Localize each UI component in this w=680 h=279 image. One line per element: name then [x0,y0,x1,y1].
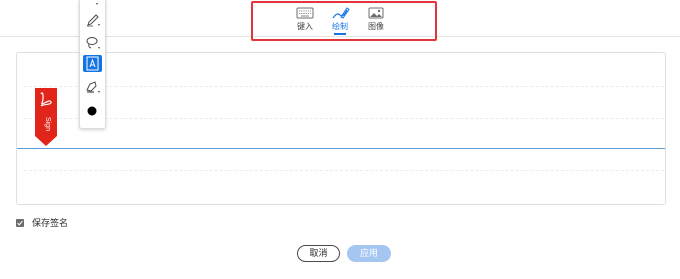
lasso-icon [86,37,100,49]
text-tool[interactable] [83,55,102,72]
sign-here-marker: Sign [35,88,57,146]
signature-draw-area[interactable] [16,52,666,205]
draw-tool-palette [79,0,106,129]
guide-line [24,86,664,87]
cancel-button[interactable]: 取消 [297,245,340,262]
sign-marker-label: Sign [44,117,51,131]
checkmark-icon [17,220,23,226]
color-tool[interactable] [83,103,102,120]
text-box-icon [86,56,99,71]
tool-partial-icon [96,3,98,5]
guide-line [24,170,664,171]
lasso-tool[interactable] [83,34,102,51]
signature-baseline [17,148,665,149]
highlighter-icon [86,81,100,93]
pen-tool[interactable] [83,11,102,28]
save-signature-checkbox[interactable] [16,219,24,227]
highlight-annotation-box [251,1,437,41]
save-signature-label: 保存签名 [32,218,69,228]
tool-partial[interactable] [83,0,102,11]
guide-line [24,118,664,119]
color-dot-icon [87,106,97,116]
apply-button[interactable]: 应用 [347,245,391,262]
highlighter-tool[interactable] [83,78,102,95]
pen-icon [87,14,100,27]
